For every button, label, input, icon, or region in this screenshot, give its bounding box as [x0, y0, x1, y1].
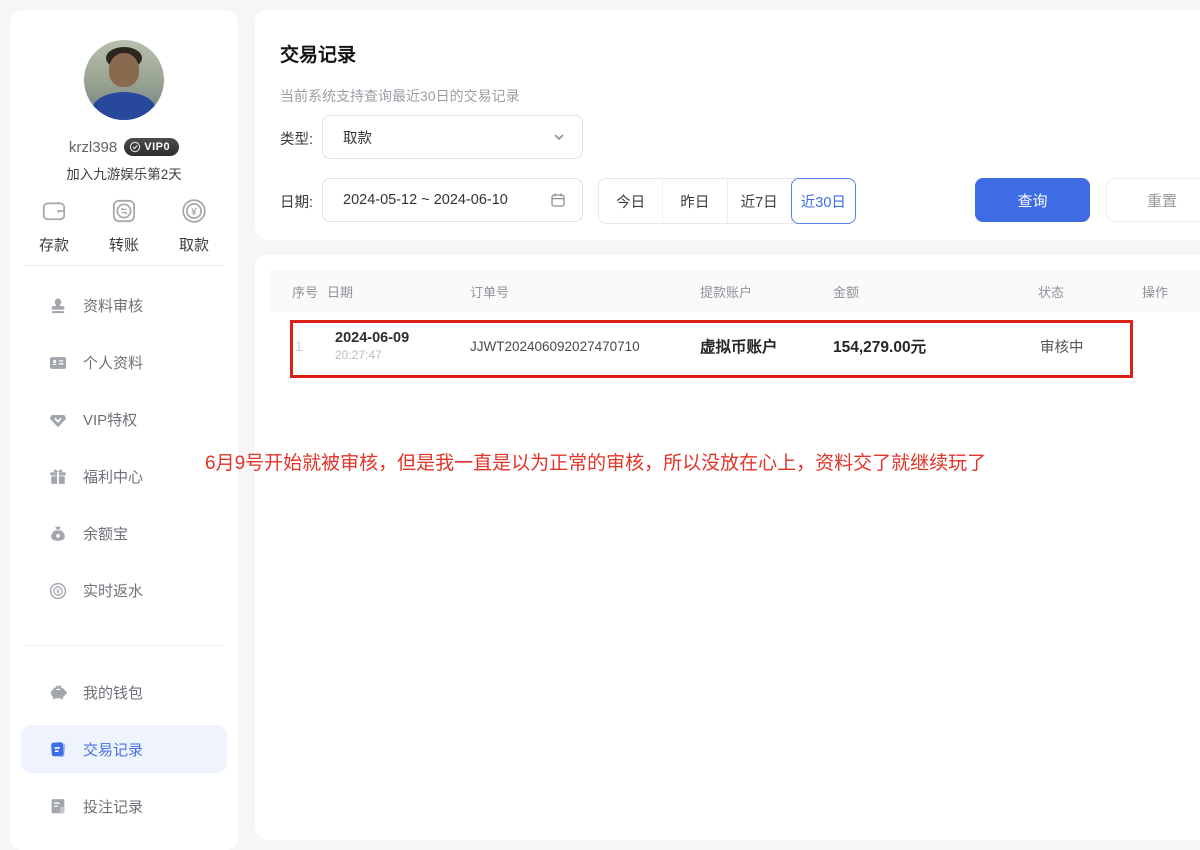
- sidebar-item-yuebao[interactable]: 余额宝: [10, 505, 238, 562]
- menu-label: 资料审核: [83, 295, 143, 316]
- sidebar-divider-bottom: [24, 645, 224, 646]
- join-days-text: 加入九游娱乐第2天: [10, 163, 238, 183]
- rebate-icon: ¥: [48, 581, 68, 601]
- handwritten-annotation: 6月9号开始就被审核，但是我一直是以为正常的审核，所以没放在心上，资料交了就继续…: [205, 448, 1145, 475]
- date-range-value: 2024-05-12 ~ 2024-06-10: [343, 192, 550, 208]
- date-range-input[interactable]: 2024-05-12 ~ 2024-06-10: [322, 178, 583, 222]
- col-status-header: 状态: [1038, 270, 1064, 312]
- col-account-header: 提款账户: [700, 270, 752, 312]
- filter-panel: 交易记录 当前系统支持查询最近30日的交易记录 类型: 取款 日期: 2024-…: [255, 10, 1200, 240]
- user-row: krzl398 VIP0: [10, 138, 238, 156]
- deposit-label: 存款: [39, 234, 69, 255]
- page-title: 交易记录: [280, 40, 356, 67]
- sidebar-item-profile-review[interactable]: 资料审核: [10, 277, 238, 334]
- deposit-button[interactable]: 存款: [38, 195, 70, 255]
- date-quick-ranges: 今日 昨日 近7日 近30日: [598, 178, 856, 224]
- range-7days-button[interactable]: 近7日: [728, 179, 792, 223]
- menu-label: 我的钱包: [83, 682, 143, 703]
- vip-badge[interactable]: VIP0: [124, 138, 179, 156]
- row-order-no: JJWT202406092027470710: [470, 312, 640, 380]
- id-card-icon: [48, 353, 68, 373]
- withdraw-label: 取款: [179, 234, 209, 255]
- sidebar: krzl398 VIP0 加入九游娱乐第2天 存款 转: [10, 10, 238, 850]
- sidebar-item-welfare-center[interactable]: 福利中心: [10, 448, 238, 505]
- row-status: 审核中: [1040, 312, 1084, 380]
- row-index: 1: [295, 312, 303, 380]
- range-30days-button[interactable]: 近30日: [791, 178, 856, 224]
- search-button[interactable]: 查询: [975, 178, 1090, 222]
- gift-icon: [48, 467, 68, 487]
- sidebar-item-vip-privileges[interactable]: VIP特权: [10, 391, 238, 448]
- sidebar-divider-top: [24, 265, 224, 266]
- col-action-header: 操作: [1142, 270, 1168, 312]
- piggy-bank-icon: [48, 682, 68, 702]
- deposit-wallet-icon: [38, 195, 70, 227]
- transfer-button[interactable]: 转账: [108, 195, 140, 255]
- transfer-label: 转账: [109, 234, 139, 255]
- sidebar-item-realtime-rebate[interactable]: ¥ 实时返水: [10, 562, 238, 619]
- col-order-header: 订单号: [470, 270, 509, 312]
- menu-label: 实时返水: [83, 580, 143, 601]
- col-date-header: 日期: [327, 270, 353, 312]
- menu-label: 投注记录: [83, 796, 143, 817]
- avatar[interactable]: [84, 40, 164, 120]
- username: krzl398: [69, 139, 117, 156]
- clipboard-icon: [48, 739, 68, 759]
- row-date: 2024-06-09 20:27:47: [335, 312, 409, 380]
- reset-button[interactable]: 重置: [1106, 178, 1200, 222]
- col-amount-header: 金额: [833, 270, 859, 312]
- table-row: 1 2024-06-09 20:27:47 JJWT20240609202747…: [270, 312, 1200, 380]
- svg-text:¥: ¥: [56, 588, 60, 595]
- col-index-header: 序号: [292, 270, 318, 312]
- notebook-icon: [48, 796, 68, 816]
- transfer-icon: [108, 195, 140, 227]
- records-table: 序号 日期 订单号 提款账户 金额 状态 操作 1 2024-06-09 20:…: [255, 255, 1200, 840]
- date-label: 日期:: [280, 191, 313, 212]
- menu-label: VIP特权: [83, 409, 137, 430]
- row-amount: 154,279.00元: [833, 312, 926, 380]
- sidebar-item-betting-records[interactable]: 投注记录: [21, 782, 227, 830]
- quick-actions: 存款 转账 ¥ 取款: [10, 195, 238, 255]
- range-today-button[interactable]: 今日: [599, 179, 663, 223]
- type-select-value: 取款: [343, 127, 552, 148]
- vip-shield-icon: [129, 141, 141, 153]
- menu-label: 福利中心: [83, 466, 143, 487]
- avatar-face: [109, 53, 139, 87]
- sidebar-menu-top: 资料审核 个人资料 VIP特权: [10, 277, 238, 619]
- menu-label: 余额宝: [83, 523, 128, 544]
- menu-label: 个人资料: [83, 352, 143, 373]
- table-header: 序号 日期 订单号 提款账户 金额 状态 操作: [270, 270, 1200, 312]
- vip-diamond-icon: [48, 410, 68, 430]
- range-yesterday-button[interactable]: 昨日: [663, 179, 727, 223]
- type-select[interactable]: 取款: [322, 115, 583, 159]
- sidebar-item-personal-info[interactable]: 个人资料: [10, 334, 238, 391]
- stamp-icon: [48, 296, 68, 316]
- sidebar-item-my-wallet[interactable]: 我的钱包: [21, 668, 227, 716]
- menu-label: 交易记录: [83, 739, 143, 760]
- row-account: 虚拟币账户: [700, 312, 778, 380]
- page-subtitle: 当前系统支持查询最近30日的交易记录: [280, 86, 520, 106]
- type-label: 类型:: [280, 128, 313, 149]
- money-bag-icon: [48, 524, 68, 544]
- row-time-value: 20:27:47: [335, 348, 382, 362]
- vip-badge-label: VIP0: [144, 141, 170, 153]
- chevron-down-icon: [552, 130, 566, 144]
- sidebar-item-transaction-records[interactable]: 交易记录: [21, 725, 227, 773]
- row-date-value: 2024-06-09: [335, 330, 409, 346]
- sidebar-menu-bottom: 我的钱包 交易记录 投注记录: [10, 668, 238, 839]
- withdraw-button[interactable]: ¥ 取款: [178, 195, 210, 255]
- avatar-jersey: [92, 92, 156, 120]
- withdraw-icon: ¥: [178, 195, 210, 227]
- calendar-icon: [550, 192, 566, 208]
- svg-text:¥: ¥: [191, 207, 197, 218]
